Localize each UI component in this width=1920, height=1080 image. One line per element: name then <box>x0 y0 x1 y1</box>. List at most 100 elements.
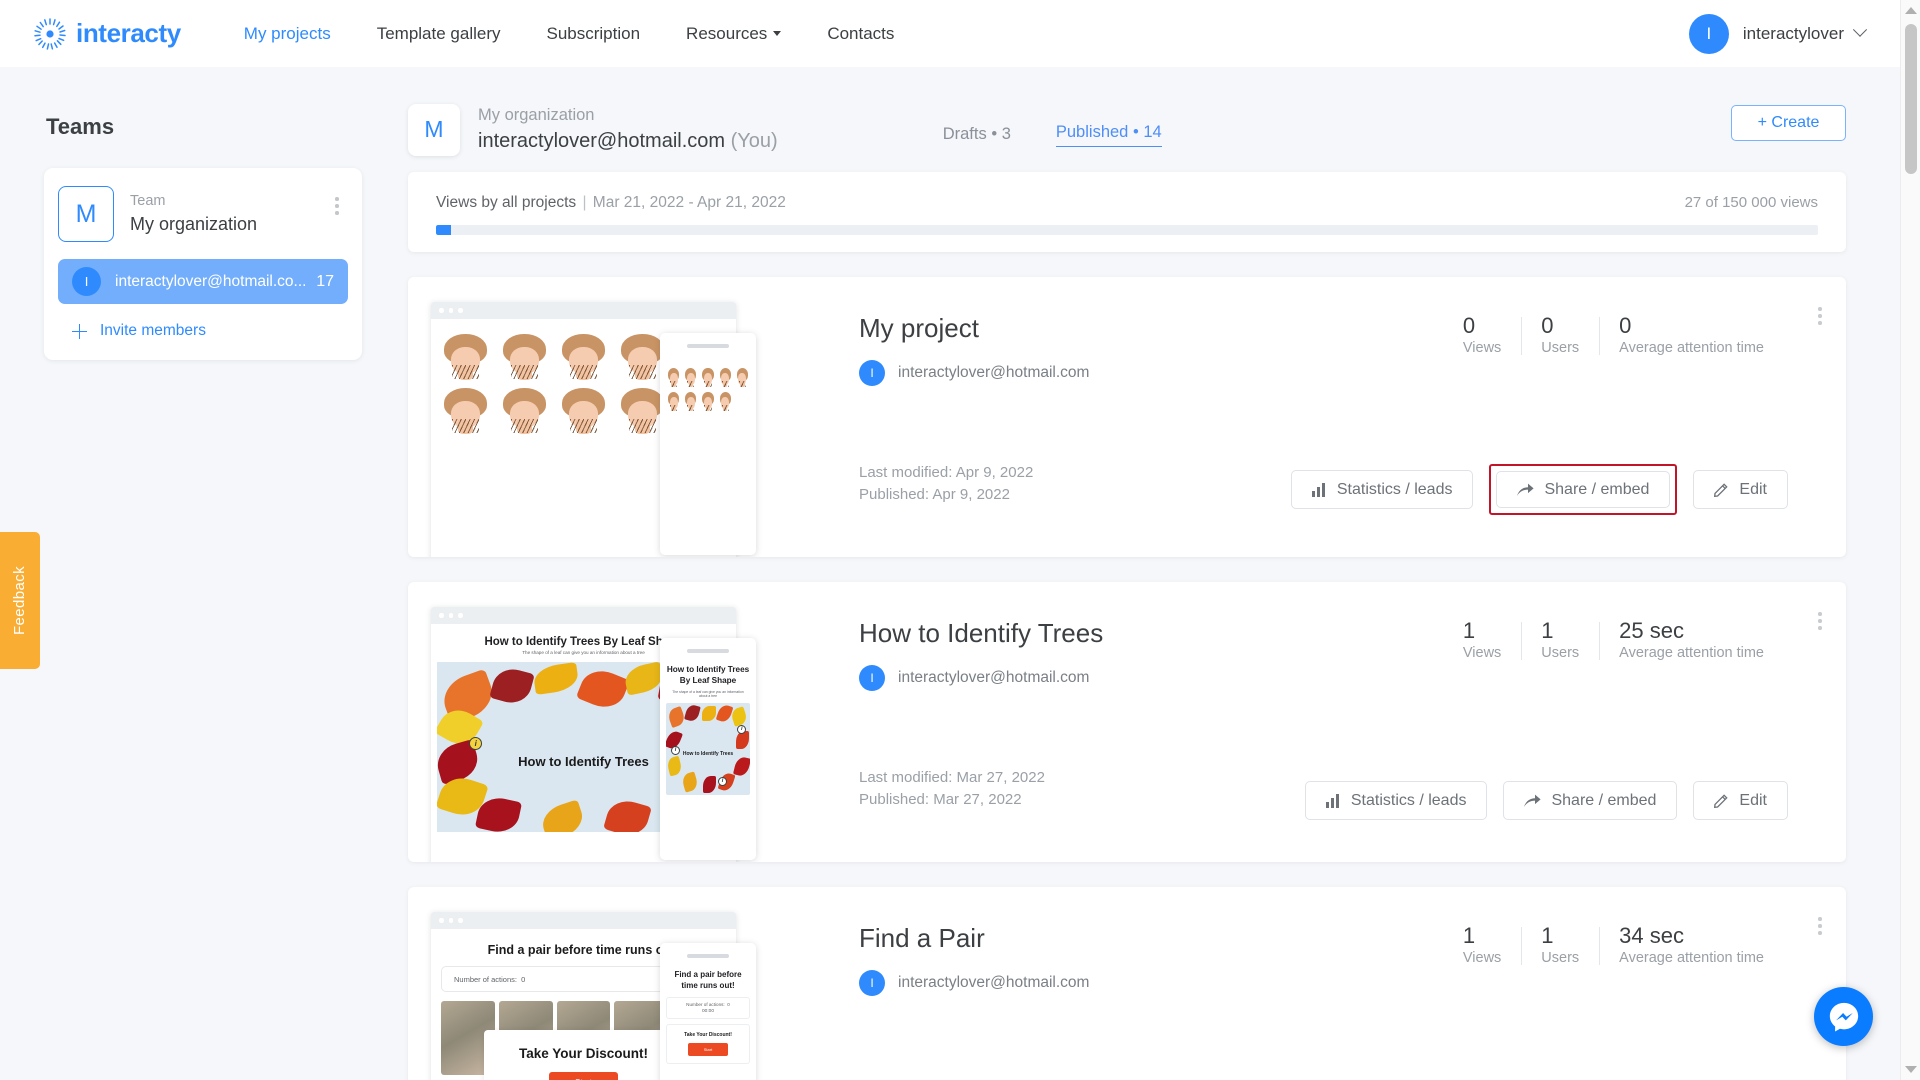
faces-artwork-mobile <box>660 355 756 425</box>
scroll-up-arrow-icon[interactable] <box>1905 7 1917 14</box>
phone-modal-title: Take Your Discount! <box>684 1031 732 1038</box>
scroll-down-arrow-icon[interactable] <box>1905 1066 1917 1073</box>
messenger-icon <box>1829 1002 1858 1031</box>
stat-views: 1 Views <box>1463 618 1521 661</box>
pencil-icon <box>1714 794 1729 808</box>
mobile-preview <box>660 333 756 555</box>
member-name: interactylover@hotmail.co... <box>115 272 307 290</box>
project-thumbnail[interactable] <box>408 277 813 557</box>
invite-members-link[interactable]: Invite members <box>58 322 348 340</box>
nav-item-resources[interactable]: Resources <box>686 23 782 44</box>
statistics-leads-button[interactable]: Statistics / leads <box>1304 781 1488 820</box>
team-row[interactable]: M Team My organization <box>58 186 348 242</box>
modal-title: Take Your Discount! <box>518 1046 649 1061</box>
views-separator: | <box>582 194 587 211</box>
project-actions: Statistics / leads Share / embed Edit <box>1304 781 1788 820</box>
project-owner: I interactylover@hotmail.com <box>859 665 1846 691</box>
nav-label: Resources <box>686 23 768 43</box>
tab-published[interactable]: Published • 14 <box>1055 122 1162 147</box>
share-embed-button[interactable]: Share / embed <box>1503 781 1678 820</box>
info-pin-icon: i <box>469 736 483 750</box>
project-thumbnail[interactable]: How to Identify Trees By Leaf Shape The … <box>408 582 813 862</box>
app-logo[interactable]: interacty <box>33 17 181 51</box>
stat-views-value: 1 <box>1462 618 1476 643</box>
stat-views: 1 Views <box>1463 923 1521 966</box>
bar-chart-icon <box>1311 482 1325 497</box>
feedback-label: Feedback <box>11 565 29 636</box>
share-arrow-icon <box>1517 483 1535 496</box>
views-quota-text: 27 of 150 000 views <box>1684 194 1818 211</box>
main-nav: My projects Template gallery Subscriptio… <box>244 24 941 44</box>
stat-users-value: 0 <box>1541 313 1554 338</box>
mobile-preview: Find a pair before time runs out! Number… <box>660 943 756 1080</box>
team-options-kebab-icon[interactable] <box>328 194 346 218</box>
organization-badge: M <box>408 103 460 156</box>
project-card[interactable]: Find a pair before time runs out! Number… <box>408 887 1846 1080</box>
phone-title-line-1: How to Identify Trees <box>666 664 750 674</box>
phone-subtitle: The shape of a leaf can give you an info… <box>672 690 744 699</box>
nav-item-subscription[interactable]: Subscription <box>546 24 640 44</box>
pencil-icon <box>1714 483 1729 497</box>
project-options-kebab-icon[interactable] <box>1814 608 1826 634</box>
organization-you-suffix: (You) <box>730 130 778 153</box>
project-thumbnail[interactable]: Find a pair before time runs out! Number… <box>408 887 813 1080</box>
statistics-leads-button[interactable]: Statistics / leads <box>1290 470 1474 509</box>
project-options-kebab-icon[interactable] <box>1814 913 1826 939</box>
preview-window-bar <box>431 607 736 624</box>
stat-attention: 0 Average attention time <box>1599 313 1784 356</box>
tab-drafts-count: 3 <box>1001 125 1011 143</box>
share-embed-button[interactable]: Share / embed <box>1496 471 1671 508</box>
organization-email-text: interactylover@hotmail.com <box>478 130 726 153</box>
last-modified-date: Last modified: Mar 27, 2022 <box>859 769 1045 787</box>
owner-email: interactylover@hotmail.com <box>898 364 1090 381</box>
stat-attention-label: Average attention time <box>1619 645 1764 662</box>
stat-users: 0 Users <box>1521 313 1599 356</box>
messenger-chat-button[interactable] <box>1814 987 1873 1046</box>
nav-label: Subscription <box>546 23 641 43</box>
edit-button[interactable]: Edit <box>1693 470 1788 509</box>
organization-subtitle: My organization <box>478 105 595 124</box>
nav-item-template-gallery[interactable]: Template gallery <box>377 24 501 44</box>
preview-window-bar <box>431 912 736 929</box>
plus-icon <box>72 323 87 339</box>
sidebar-member-item[interactable]: I interactylover@hotmail.co... 17 <box>58 259 348 304</box>
views-date-range: Mar 21, 2022 - Apr 21, 2022 <box>592 194 786 211</box>
nav-label: My projects <box>243 23 331 43</box>
stat-attention: 25 sec Average attention time <box>1599 618 1784 661</box>
project-stats: 1 Views 1 Users 34 sec Average attention… <box>1463 923 1784 966</box>
tab-drafts[interactable]: Drafts • 3 <box>943 125 1011 144</box>
top-navigation-bar: interacty My projects Template gallery S… <box>0 0 1900 67</box>
nav-item-contacts[interactable]: Contacts <box>827 24 894 44</box>
page-scrollbar[interactable] <box>1900 0 1920 1080</box>
create-button[interactable]: + Create <box>1731 105 1846 141</box>
tab-published-count: 14 <box>1143 122 1162 141</box>
interacty-logo-icon <box>33 17 67 51</box>
user-menu[interactable]: I interactylover <box>1688 0 1868 67</box>
edit-label: Edit <box>1739 480 1767 498</box>
tab-published-label: Published <box>1055 122 1129 141</box>
edit-button[interactable]: Edit <box>1693 781 1788 820</box>
team-badge: M <box>58 186 114 242</box>
stat-attention-label: Average attention time <box>1619 340 1764 357</box>
feedback-tab[interactable]: Feedback <box>0 532 40 669</box>
logo-text: interacty <box>76 18 181 48</box>
scrollbar-thumb[interactable] <box>1905 24 1917 174</box>
stat-users: 1 Users <box>1521 618 1599 661</box>
stat-views-value: 0 <box>1462 313 1476 338</box>
member-avatar: I <box>72 267 101 296</box>
preview-window-bar <box>431 302 736 319</box>
project-options-kebab-icon[interactable] <box>1814 303 1826 329</box>
tab-drafts-label: Drafts <box>942 125 987 143</box>
statistics-leads-label: Statistics / leads <box>1350 791 1467 809</box>
chevron-down-icon <box>773 31 782 36</box>
project-card[interactable]: My project I interactylover@hotmail.com … <box>408 277 1846 557</box>
main-content: M My organization interactylover@hotmail… <box>404 67 1900 1080</box>
team-card: M Team My organization I interactylover@… <box>44 168 362 360</box>
project-card[interactable]: How to Identify Trees By Leaf Shape The … <box>408 582 1846 862</box>
phone-timer: 00:00 <box>701 1008 714 1014</box>
discount-modal: Take Your Discount! Start <box>483 1030 684 1080</box>
nav-item-my-projects[interactable]: My projects <box>244 24 331 44</box>
project-dates: Last modified: Mar 27, 2022 Published: M… <box>859 767 1045 810</box>
stat-users-value: 1 <box>1541 618 1554 643</box>
phone-title-line-2: By Leaf Shape <box>679 676 737 686</box>
